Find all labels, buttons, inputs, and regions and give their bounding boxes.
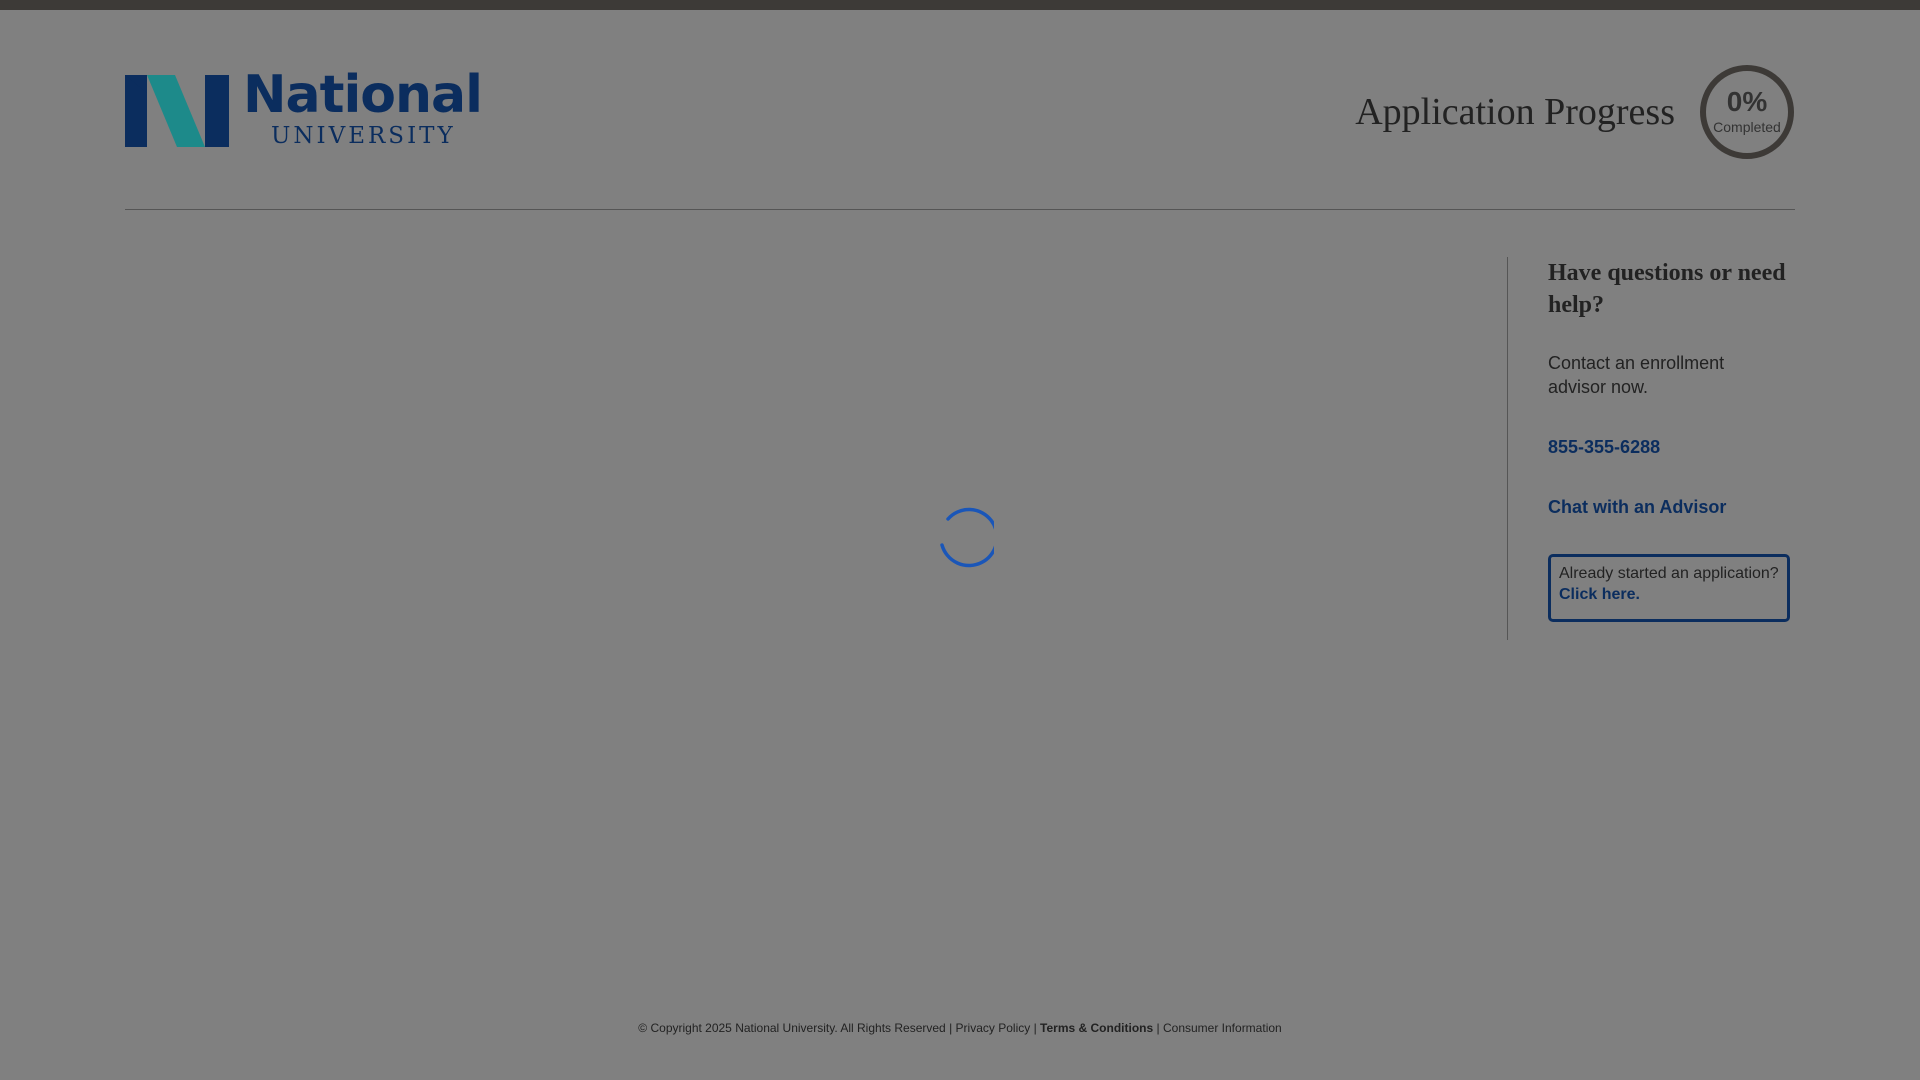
- footer: © Copyright 2025 National University. Al…: [0, 1020, 1920, 1036]
- top-bar: [0, 0, 1920, 10]
- logo-subtitle: UNIVERSITY: [271, 123, 456, 149]
- page: National UNIVERSITY Application Progress…: [0, 0, 1920, 1080]
- chat-advisor-link[interactable]: Chat with an Advisor: [1548, 495, 1726, 519]
- header: National UNIVERSITY Application Progress…: [125, 60, 1795, 210]
- progress-ring: 0% Completed: [1699, 64, 1795, 160]
- footer-separator: |: [949, 1021, 953, 1035]
- header-divider: [125, 209, 1795, 210]
- logo-wordmark: National: [243, 65, 483, 125]
- logo[interactable]: National UNIVERSITY: [125, 69, 483, 153]
- privacy-policy-link[interactable]: Privacy Policy: [956, 1021, 1031, 1035]
- loading-spinner-icon: [940, 507, 994, 568]
- progress-title: Application Progress: [1355, 91, 1675, 133]
- copyright-text: © Copyright 2025 National University. Al…: [638, 1021, 946, 1035]
- progress-label: Completed: [1713, 119, 1781, 135]
- terms-conditions-link[interactable]: Terms & Conditions: [1040, 1021, 1153, 1035]
- resume-link[interactable]: Click here.: [1559, 584, 1787, 605]
- help-heading: Have questions or need help?: [1548, 260, 1786, 318]
- resume-text: Already started an application?: [1559, 565, 1779, 582]
- help-contact-text: Contact an enrollment advisor now.: [1548, 353, 1725, 397]
- main-content: [125, 257, 1505, 640]
- help-sidebar: Have questions or need help? Contact an …: [1507, 257, 1796, 640]
- consumer-information-link[interactable]: Consumer Information: [1163, 1021, 1282, 1035]
- footer-separator: |: [1156, 1021, 1160, 1035]
- national-university-n-logo-icon: [125, 75, 229, 147]
- resume-application-box[interactable]: Already started an application? Click he…: [1548, 554, 1790, 622]
- progress-percent: 0%: [1726, 86, 1768, 117]
- footer-separator: |: [1033, 1021, 1037, 1035]
- phone-link[interactable]: 855-355-6288: [1548, 435, 1660, 459]
